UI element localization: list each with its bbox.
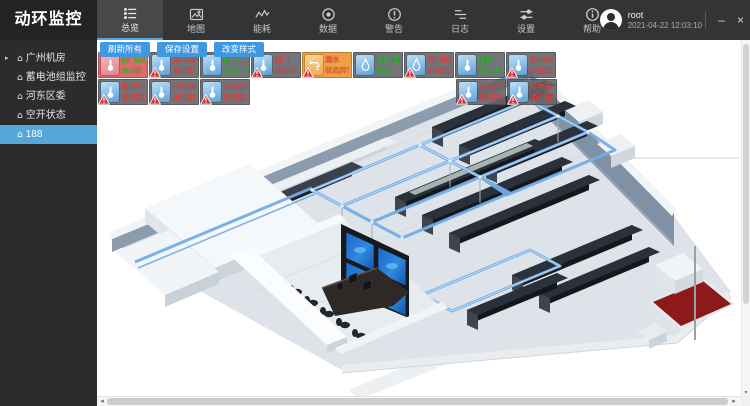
window-controls: – × — [705, 0, 750, 40]
door-sensor-icon — [203, 55, 221, 75]
warning-icon — [251, 67, 263, 78]
minimize-button[interactable]: – — [712, 0, 731, 40]
divider — [705, 12, 706, 28]
change-style-button[interactable]: 改变样式 — [214, 42, 264, 57]
sensor-badge-smoke[interactable]: 烟感状态正常 — [455, 52, 505, 78]
expand-caret-icon[interactable]: ▸ — [5, 49, 9, 68]
horizontal-scrollbar[interactable]: ◂ ▸ — [97, 396, 741, 406]
sidebar-item-hedong[interactable]: ⌂河东区委 — [0, 87, 97, 106]
tab-alerts[interactable]: 警告 — [361, 0, 427, 40]
energy-icon — [255, 7, 270, 22]
user-avatar-icon — [600, 9, 622, 31]
sensor-badge-water-leak[interactable]: 漏水状态异常 — [302, 52, 352, 78]
home-icon: ⌂ — [17, 130, 23, 140]
frequency-icon — [152, 82, 170, 102]
tab-data[interactable]: 数据 — [295, 0, 361, 40]
settings-icon — [519, 7, 534, 22]
sensor-badge-active-power[interactable]: 有功功率通讯错误 — [456, 79, 506, 105]
warning-icon — [149, 67, 161, 78]
power-icon — [203, 82, 221, 102]
water-leak-icon — [305, 55, 323, 75]
current-datetime: 2021-04-22 12:03:10 — [628, 21, 702, 31]
warning-icon — [149, 94, 161, 105]
sensor-badge-energy-consumption[interactable]: 耗电量通讯错误 — [507, 79, 557, 105]
app-window: 动环监控 总览 地图 能耗 数据 警告 — [0, 0, 750, 406]
sensor-badge-output-current[interactable]: 输出电流通讯错误 — [98, 79, 148, 105]
sensor-badge-front-door-humidity[interactable]: 前门湿度55.5 — [353, 52, 403, 78]
smoke-sensor-icon — [458, 55, 476, 75]
top-bar: 动环监控 总览 地图 能耗 数据 警告 — [0, 0, 750, 40]
sensor-badge-reactive-power[interactable]: 无功功率通讯错误 — [200, 79, 250, 105]
scroll-right-arrow-icon[interactable]: ▸ — [729, 397, 739, 406]
tab-map[interactable]: 地图 — [163, 0, 229, 40]
scrollbar-corner — [741, 396, 750, 406]
user-name: root — [628, 10, 702, 21]
warning-icon — [404, 67, 416, 78]
warning-icon — [506, 67, 518, 78]
current-icon — [101, 82, 119, 102]
map-icon — [189, 7, 204, 22]
data-icon — [321, 7, 336, 22]
logs-icon — [453, 7, 468, 22]
tab-settings[interactable]: 设置 — [493, 0, 559, 40]
sensor-badge-mains-frequency[interactable]: 市电频率通讯错误 — [149, 79, 199, 105]
power-icon — [459, 82, 477, 102]
tab-overview[interactable]: 总览 — [97, 0, 163, 40]
overview-list-icon — [123, 6, 138, 21]
home-icon: ⌂ — [17, 54, 23, 64]
help-icon — [585, 7, 600, 22]
alert-icon — [387, 7, 402, 22]
thermometer-icon — [101, 55, 119, 75]
sidebar-item-breaker-status[interactable]: ⌂空开状态 — [0, 106, 97, 125]
vertical-scroll-thumb[interactable] — [743, 44, 749, 304]
home-icon: ⌂ — [17, 111, 23, 121]
energy-meter-icon — [510, 82, 528, 102]
sensor-badges: 前门温度28.6度 后门温度通讯错误 前门状态正常 — [98, 52, 558, 106]
sensor-badge-input-voltage[interactable]: 输入电压通讯错误 — [506, 52, 556, 78]
sensor-badge-rear-door-humidity[interactable]: 后门湿度通讯错误 — [404, 52, 454, 78]
refresh-all-button[interactable]: 刷新所有 — [100, 42, 150, 57]
door-sensor-icon — [254, 55, 272, 75]
sidebar: ▸⌂广州机房 ⌂蓄电池组监控 ⌂河东区委 ⌂空开状态 ⌂188 — [0, 40, 97, 406]
sidebar-item-guangzhou-room[interactable]: ▸⌂广州机房 — [0, 49, 97, 68]
thermometer-icon — [152, 55, 170, 75]
warning-icon — [200, 94, 212, 105]
sidebar-item-battery-monitor[interactable]: ⌂蓄电池组监控 — [0, 68, 97, 87]
main-content: 刷新所有 保存设置 改变样式 前门温度28.6度 后门温度通讯错误 — [97, 40, 750, 406]
tab-logs[interactable]: 日志 — [427, 0, 493, 40]
badge-row-gap — [251, 79, 456, 105]
sidebar-item-188[interactable]: ⌂188 — [0, 125, 97, 144]
humidity-icon — [407, 55, 425, 75]
scroll-down-arrow-icon[interactable]: ▾ — [742, 389, 750, 396]
voltage-icon — [509, 55, 527, 75]
warning-icon — [98, 94, 110, 105]
close-button[interactable]: × — [731, 0, 750, 40]
home-icon: ⌂ — [17, 73, 23, 83]
warning-icon — [507, 94, 519, 105]
humidity-icon — [356, 55, 374, 75]
sensor-row-2: 输出电流通讯错误 市电频率通讯错误 无功功率通讯错误 — [98, 79, 558, 105]
vertical-scrollbar[interactable]: ▾ — [741, 40, 750, 396]
app-logo: 动环监控 — [0, 0, 97, 40]
main-nav: 总览 地图 能耗 数据 警告 日志 — [97, 0, 625, 40]
scene-toolbar: 刷新所有 保存设置 改变样式 — [100, 42, 264, 57]
save-settings-button[interactable]: 保存设置 — [157, 42, 207, 57]
home-icon: ⌂ — [17, 92, 23, 102]
horizontal-scroll-thumb[interactable] — [107, 398, 728, 405]
tab-energy[interactable]: 能耗 — [229, 0, 295, 40]
scroll-left-arrow-icon[interactable]: ◂ — [97, 397, 107, 406]
user-area[interactable]: root 2021-04-22 12:03:10 — [600, 0, 702, 40]
warning-icon — [456, 94, 468, 105]
warning-icon — [302, 67, 314, 78]
